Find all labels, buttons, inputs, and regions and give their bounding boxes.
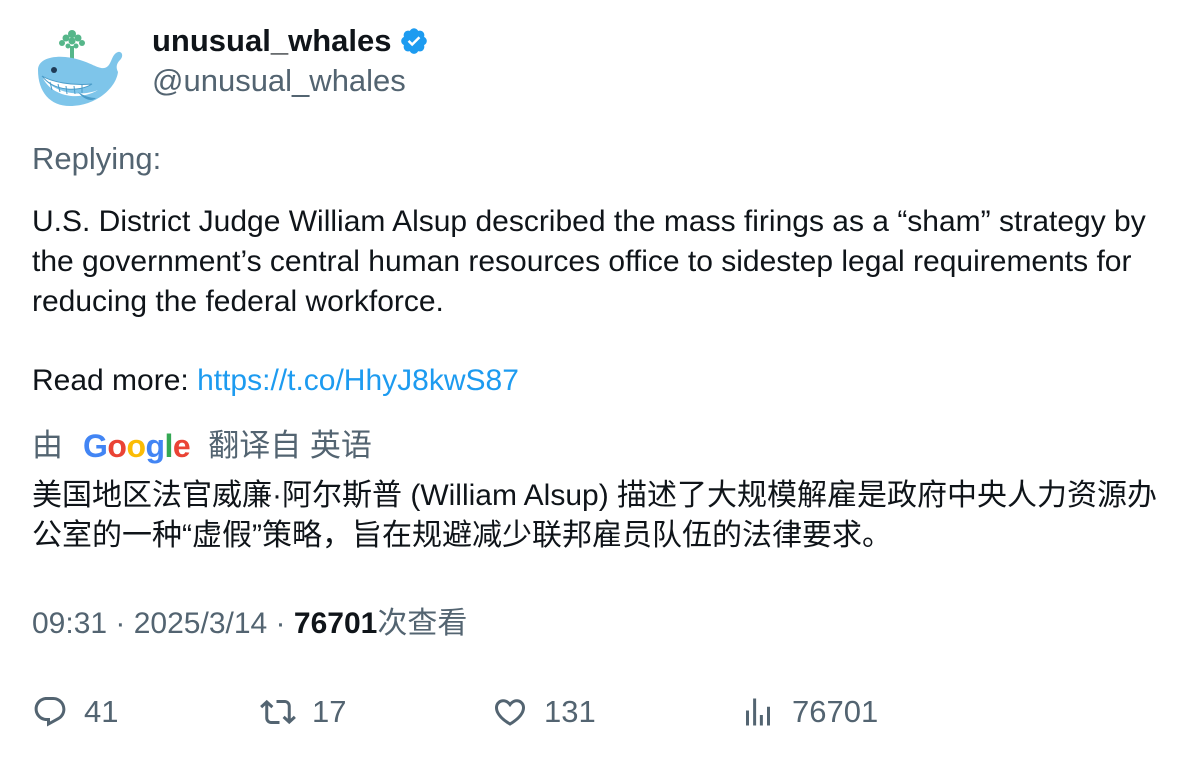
- author-name-row[interactable]: unusual_whales: [152, 22, 429, 60]
- tweet-link[interactable]: https://t.co/HhyJ8kwS87: [197, 364, 519, 397]
- meta-separator-2: ·: [267, 607, 294, 640]
- translation-attribution: 由 Google 翻译自 英语: [32, 426, 372, 466]
- reply-button[interactable]: 41: [32, 690, 118, 734]
- views-count: 76701: [293, 607, 378, 640]
- tweet-body: U.S. District Judge William Alsup descri…: [32, 205, 1146, 318]
- reply-count: 41: [84, 694, 119, 729]
- reply-icon: [34, 697, 66, 727]
- tweet-meta: 09:31 · 2025/3/14 · 76701次查看: [32, 604, 467, 644]
- like-button[interactable]: 131: [492, 690, 596, 734]
- whale-avatar-icon[interactable]: [32, 26, 126, 110]
- retweet-button[interactable]: 17: [260, 690, 346, 734]
- like-count: 131: [544, 694, 596, 729]
- tweet-date[interactable]: 2025/3/14: [134, 607, 267, 640]
- translation-prefix: 由: [32, 428, 63, 463]
- author-display-name[interactable]: unusual_whales: [152, 22, 391, 60]
- translation-suffix[interactable]: 翻译自 英语: [208, 426, 372, 466]
- read-more-label: Read more:: [32, 364, 198, 397]
- tweet-card: unusual_whales @unusual_whales Replying:…: [0, 0, 1196, 758]
- views-button[interactable]: 76701: [740, 690, 878, 734]
- action-bar: 41 17 131 76701: [32, 690, 1132, 734]
- author-handle[interactable]: @unusual_whales: [152, 62, 406, 100]
- google-logo: Google: [83, 428, 191, 464]
- verified-badge-icon: [399, 26, 429, 56]
- analytics-icon: [746, 698, 770, 726]
- heart-icon: [494, 699, 526, 726]
- replying-label: Replying:: [32, 141, 162, 176]
- meta-separator: ·: [107, 607, 134, 640]
- views-action-count: 76701: [792, 694, 879, 729]
- translated-text: 美国地区法官威廉·阿尔斯普 (William Alsup) 描述了大规模解雇是政…: [32, 479, 1158, 552]
- retweet-icon: [260, 699, 296, 725]
- retweet-count: 17: [312, 694, 347, 729]
- tweet-text: U.S. District Judge William Alsup descri…: [32, 202, 1172, 322]
- views-label: 次查看: [377, 607, 468, 640]
- read-more-line: Read more: https://t.co/HhyJ8kwS87: [32, 361, 519, 401]
- tweet-time[interactable]: 09:31: [32, 607, 107, 640]
